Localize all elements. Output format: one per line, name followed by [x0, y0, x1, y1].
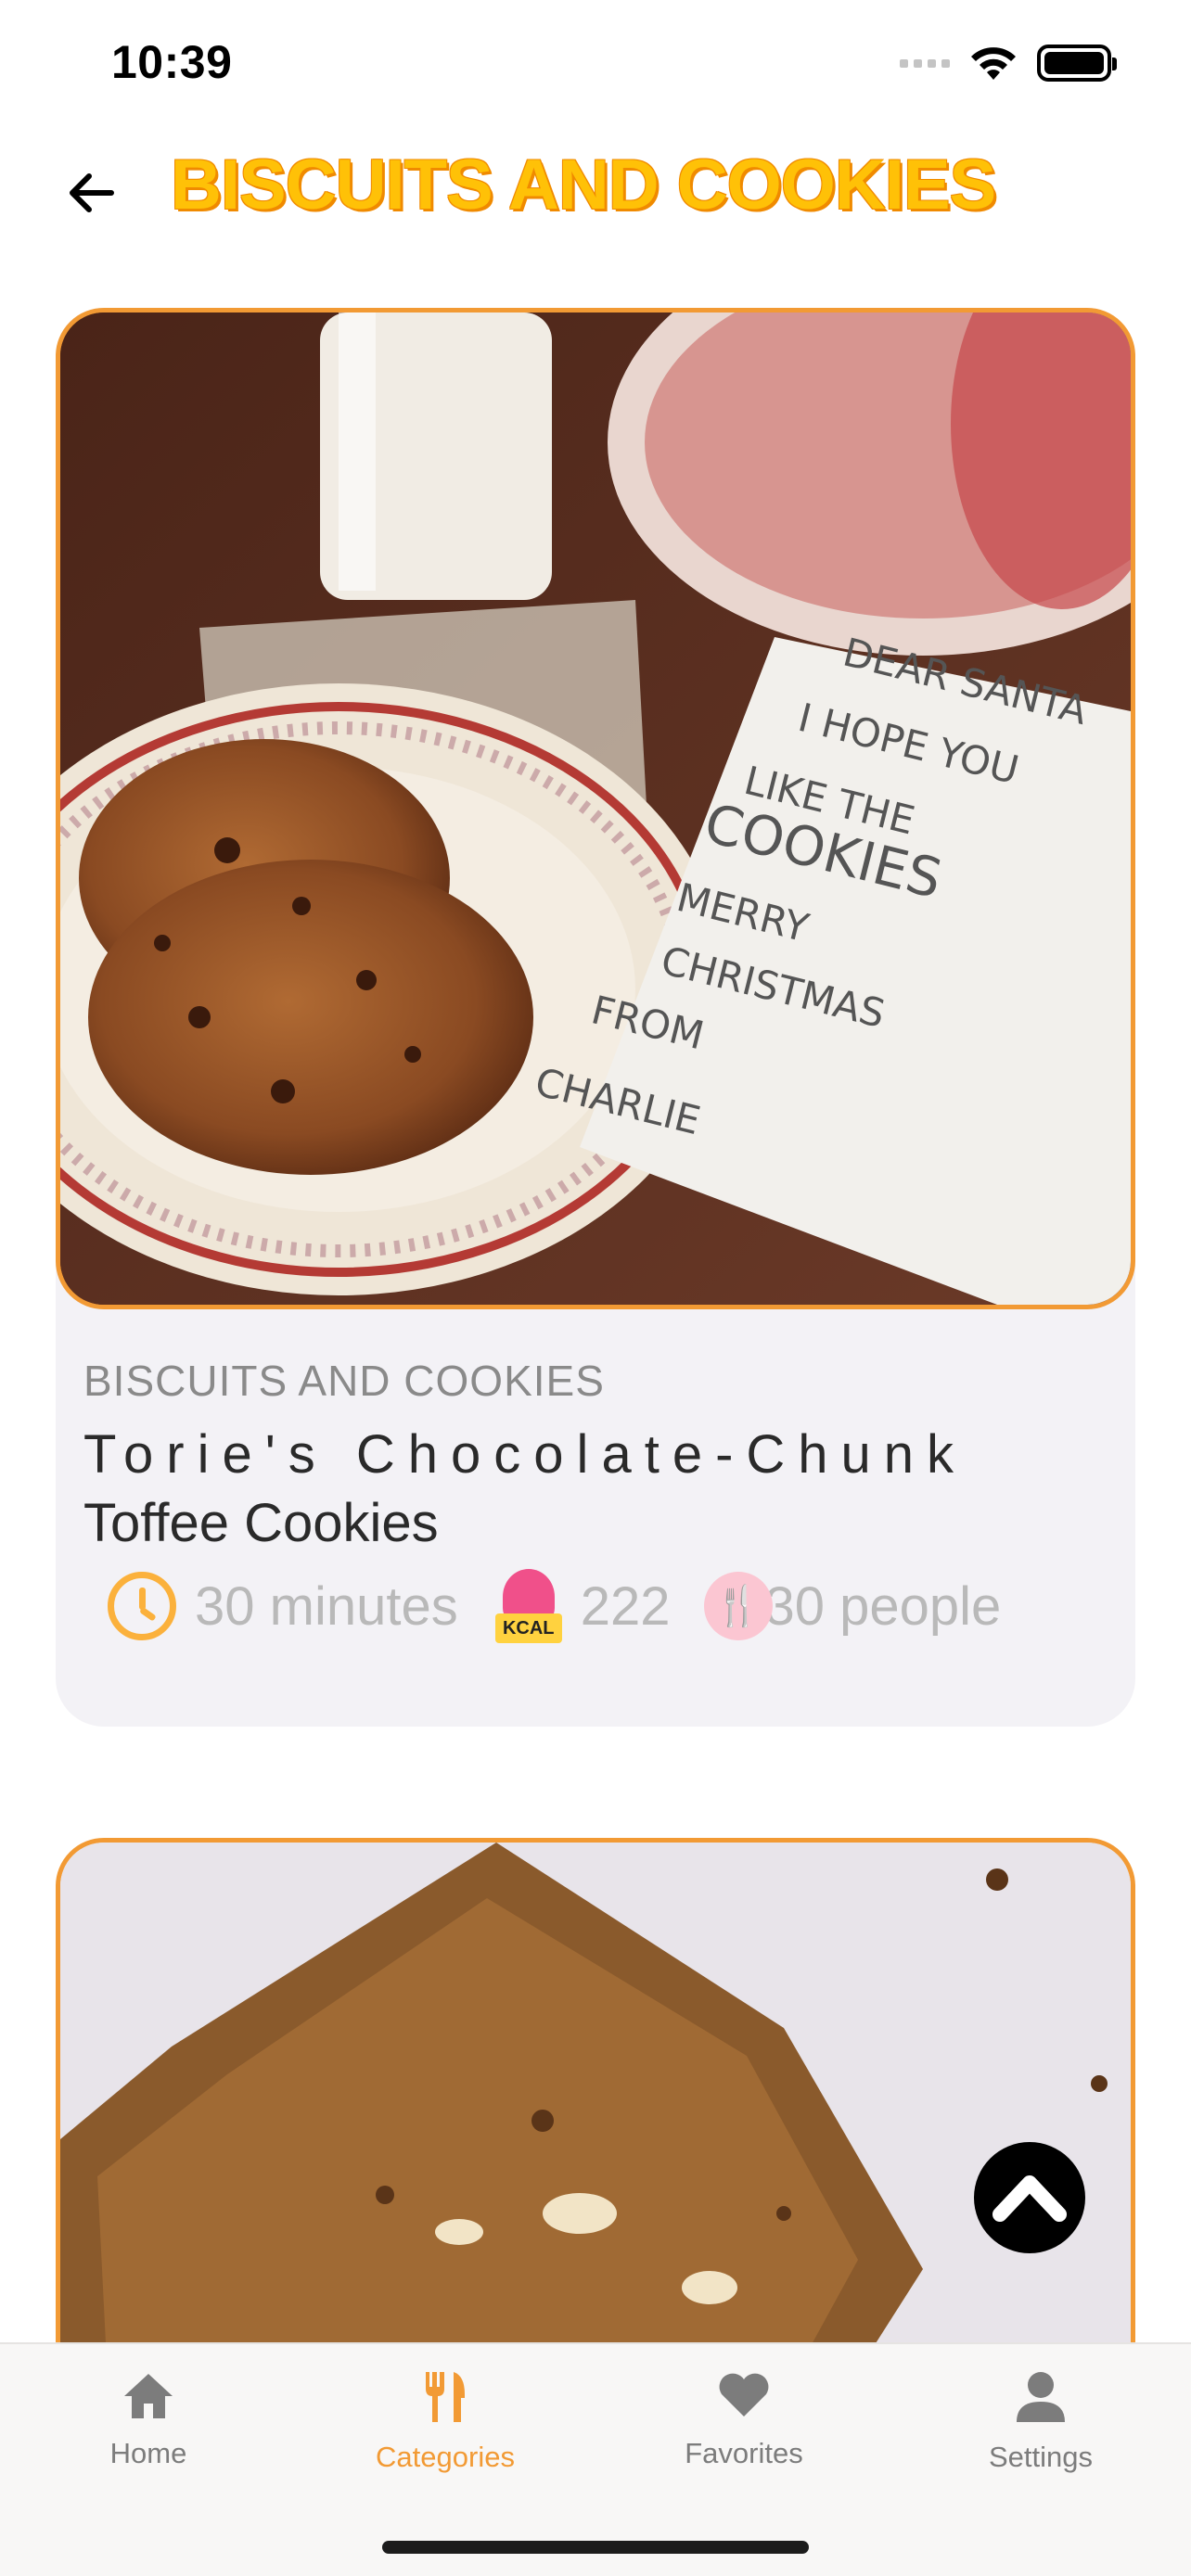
recipe-kcal: KCAL 222 — [494, 1569, 671, 1643]
home-icon — [124, 2374, 173, 2418]
recipe-title: Torie's Chocolate-Chunk Toffee Cookies — [83, 1421, 1122, 1558]
status-bar: 10:39 — [0, 0, 1191, 130]
tab-label: Categories — [376, 2441, 515, 2473]
utensils-badge-icon: 🍴 — [703, 1572, 773, 1640]
back-button[interactable] — [54, 156, 128, 230]
arrow-left-icon — [70, 173, 114, 212]
page-title: BISCUITS AND COOKIES — [171, 146, 996, 224]
tab-label: Favorites — [685, 2437, 803, 2469]
heart-icon — [719, 2373, 769, 2417]
recipe-servings-value: 30 people — [764, 1575, 1002, 1637]
recipe-image: DEAR SANTA I HOPE YOU LIKE THE COOKIES M… — [56, 308, 1135, 1309]
kcal-badge: KCAL — [494, 1613, 562, 1643]
utensils-icon — [426, 2372, 465, 2422]
recipe-time-value: 30 minutes — [195, 1575, 458, 1637]
kcal-icon: KCAL — [494, 1569, 562, 1643]
status-icons — [900, 45, 1117, 82]
cookies-photo: DEAR SANTA I HOPE YOU LIKE THE COOKIES M… — [60, 312, 1131, 1305]
status-time: 10:39 — [111, 36, 233, 88]
recipe-servings: 🍴 30 people — [703, 1572, 1002, 1640]
recipe-card[interactable]: DEAR SANTA I HOPE YOU LIKE THE COOKIES M… — [56, 308, 1135, 1727]
tab-categories[interactable]: Categories — [343, 2370, 547, 2509]
clock-icon — [108, 1572, 176, 1640]
home-indicator[interactable] — [382, 2541, 809, 2554]
chevron-up-icon — [992, 2175, 1067, 2222]
tab-label: Home — [109, 2437, 187, 2469]
tab-label: Settings — [988, 2441, 1093, 2473]
recipe-meta: 30 minutes KCAL 222 🍴 30 people — [108, 1569, 1001, 1643]
battery-icon — [1037, 45, 1117, 82]
recipe-title-line: Torie's Chocolate-Chunk — [83, 1424, 967, 1485]
recipe-category: BISCUITS AND COOKIES — [83, 1357, 605, 1405]
recipe-time: 30 minutes — [108, 1572, 458, 1640]
user-icon — [1017, 2372, 1065, 2422]
recipe-title-line: Toffee Cookies — [83, 1493, 439, 1553]
tab-settings[interactable]: Settings — [939, 2370, 1143, 2509]
scroll-to-top-button[interactable] — [974, 2142, 1085, 2253]
signal-icon — [900, 58, 950, 68]
wifi-icon — [971, 47, 1016, 80]
recipe-kcal-value: 222 — [580, 1575, 671, 1637]
tab-home[interactable]: Home — [46, 2370, 250, 2509]
tab-favorites[interactable]: Favorites — [642, 2370, 846, 2509]
